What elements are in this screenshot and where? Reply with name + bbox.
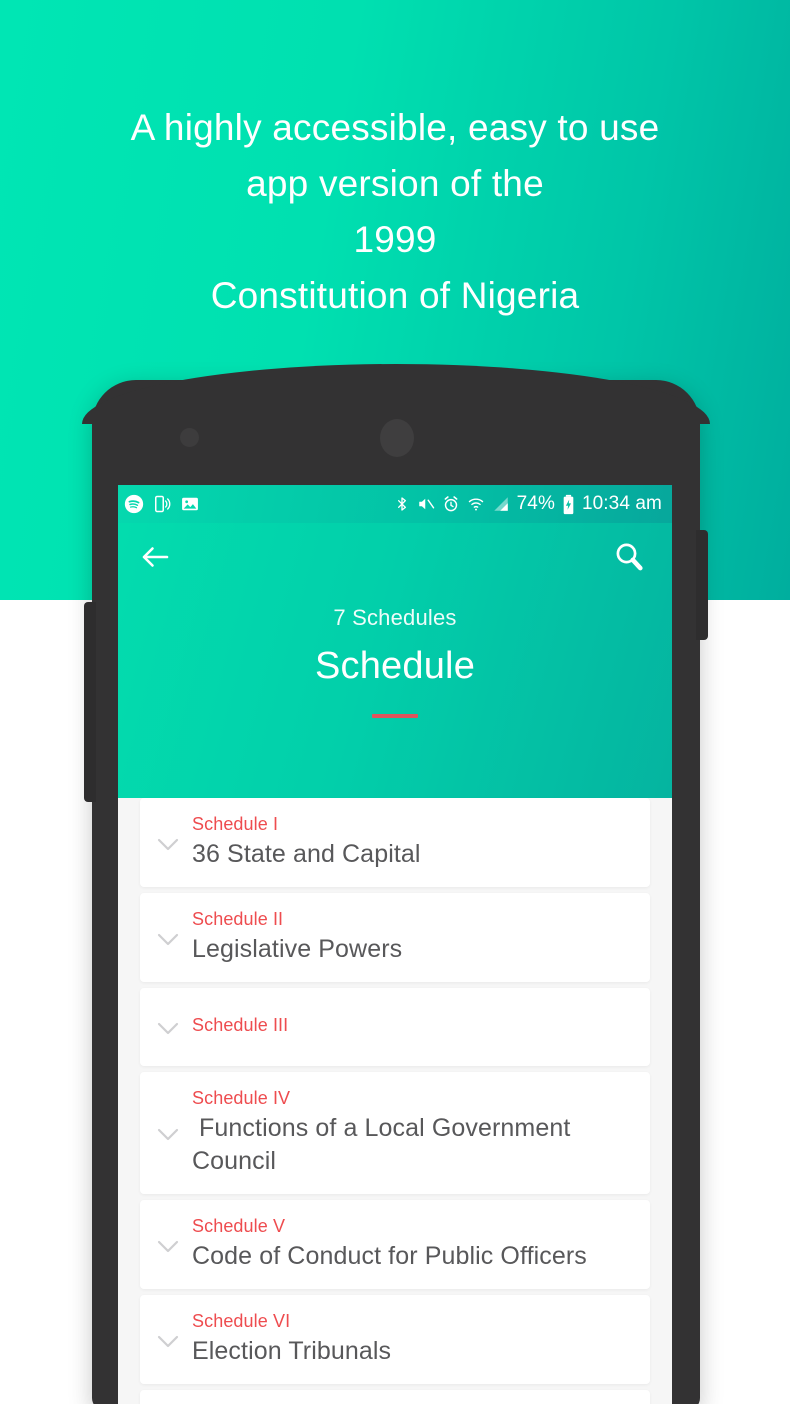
list-item[interactable]: Schedule V Code of Conduct for Public Of… (140, 1200, 650, 1289)
list-item-body: Schedule I 36 State and Capital (192, 812, 634, 871)
back-button[interactable] (138, 542, 174, 572)
schedule-list: Schedule I 36 State and Capital Schedule… (118, 798, 672, 1404)
schedule-title: 36 State and Capital (192, 840, 421, 868)
app-bar-actions (118, 523, 672, 591)
battery-charging-icon (563, 494, 574, 514)
battery-percent-label: 74% (516, 493, 555, 514)
schedule-title: Election Tribunals (192, 1337, 392, 1365)
search-icon (616, 543, 643, 571)
status-bar: 74% 10:34 am (118, 485, 672, 523)
list-item-body: Schedule II Legislative Powers (192, 907, 634, 966)
list-item[interactable]: Schedule I 36 State and Capital (140, 798, 650, 887)
wifi-icon (468, 498, 483, 511)
promo-headline: A highly accessible, easy to use app ver… (0, 100, 790, 324)
schedule-label: Schedule I (192, 814, 279, 834)
power-button[interactable] (696, 530, 708, 640)
spotify-icon (124, 494, 144, 514)
mute-icon (418, 498, 434, 510)
list-item[interactable]: Schedule IV Functions of a Local Governm… (140, 1072, 650, 1194)
list-item[interactable]: Schedule VII Oaths (140, 1390, 650, 1404)
schedule-label: Schedule III (192, 1015, 289, 1035)
list-item-body: Schedule III (192, 1013, 634, 1039)
app-bar: 7 Schedules Schedule (118, 523, 672, 798)
chevron-down-icon (157, 933, 179, 945)
vibrate-icon (155, 495, 171, 513)
search-button[interactable] (612, 540, 646, 574)
schedule-title: Functions of a Local Government Council (192, 1114, 578, 1175)
list-item[interactable]: Schedule III (140, 988, 650, 1066)
chevron-down-icon (157, 838, 179, 850)
phone-device-frame: 74% 10:34 am 7 Schedules Schedule Schedu… (82, 364, 710, 1404)
expand-toggle[interactable] (144, 1329, 192, 1349)
expand-toggle[interactable] (144, 832, 192, 852)
list-item-body: Schedule V Code of Conduct for Public Of… (192, 1214, 634, 1273)
schedule-label: Schedule V (192, 1216, 286, 1236)
front-camera-dot (380, 419, 414, 457)
title-accent-rule (372, 714, 418, 718)
bluetooth-icon (397, 497, 406, 511)
status-bar-left-icons (124, 494, 200, 514)
promo-line-4: Constitution of Nigeria (210, 275, 580, 316)
phone-screen: 74% 10:34 am 7 Schedules Schedule Schedu… (118, 485, 672, 1404)
promo-line-3: 1999 (353, 219, 437, 260)
chevron-down-icon (157, 1128, 179, 1141)
list-item[interactable]: Schedule II Legislative Powers (140, 893, 650, 982)
app-bar-titles: 7 Schedules Schedule (118, 605, 672, 718)
gallery-icon (182, 497, 198, 511)
expand-toggle[interactable] (144, 1122, 192, 1142)
list-item[interactable]: Schedule VI Election Tribunals (140, 1295, 650, 1384)
status-bar-right-icons: 74% 10:34 am (394, 493, 662, 515)
signal-icon (493, 497, 508, 511)
alarm-icon (444, 496, 458, 512)
chevron-down-icon (157, 1022, 179, 1035)
expand-toggle[interactable] (144, 1016, 192, 1036)
list-item-body: Schedule VI Election Tribunals (192, 1309, 634, 1368)
proximity-sensor-dot (180, 428, 199, 447)
schedule-title: Legislative Powers (192, 935, 403, 963)
schedule-label: Schedule II (192, 909, 284, 929)
promo-line-2: app version of the (246, 163, 544, 204)
screenshot-root: A highly accessible, easy to use app ver… (0, 0, 790, 1404)
list-item-body: Schedule IV Functions of a Local Governm… (192, 1086, 634, 1178)
schedule-title: Code of Conduct for Public Officers (192, 1242, 587, 1270)
volume-button[interactable] (84, 602, 96, 802)
expand-toggle[interactable] (144, 927, 192, 947)
promo-line-1: A highly accessible, easy to use (130, 107, 660, 148)
chevron-down-icon (157, 1335, 179, 1347)
chevron-down-icon (157, 1240, 179, 1252)
schedules-count-label: 7 Schedules (333, 605, 457, 630)
expand-toggle[interactable] (144, 1234, 192, 1254)
clock-label: 10:34 am (581, 493, 662, 514)
page-title: Schedule (314, 645, 476, 687)
schedule-label: Schedule IV (192, 1088, 291, 1108)
arrow-left-icon (142, 547, 169, 567)
schedule-label: Schedule VI (192, 1311, 291, 1331)
